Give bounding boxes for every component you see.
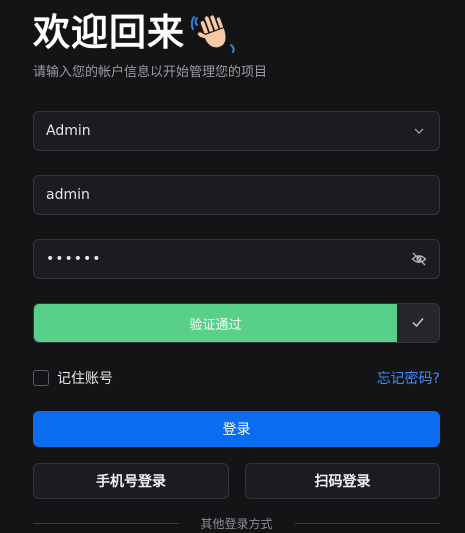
role-select-value: Admin [46, 123, 91, 139]
phone-login-button[interactable]: 手机号登录 [33, 463, 229, 499]
remember-checkbox[interactable] [33, 370, 49, 386]
other-methods-divider: 其他登录方式 [33, 514, 441, 532]
password-input[interactable]: •••••• [33, 239, 440, 279]
forgot-password-link[interactable]: 忘记密码? [377, 368, 440, 388]
remember-label: 记住账号 [57, 371, 113, 387]
username-input[interactable]: admin [33, 175, 440, 215]
captcha-bar: 验证通过 [34, 304, 397, 342]
divider-line-left [33, 522, 179, 524]
login-panel: 欢迎回来 请输入您的帐户信息以开始管理您的项目 Admin admin ••••… [0, 0, 465, 533]
title-row: 欢迎回来 [33, 10, 241, 56]
check-icon [411, 314, 425, 333]
qr-login-button[interactable]: 扫码登录 [245, 463, 440, 499]
slider-captcha[interactable]: 验证通过 [33, 303, 440, 343]
chevron-down-icon [411, 123, 427, 139]
other-methods-label: 其他登录方式 [200, 516, 273, 531]
captcha-label: 验证通过 [189, 317, 242, 333]
divider-line-right [294, 522, 441, 524]
login-button[interactable]: 登录 [33, 411, 440, 447]
page-subtitle: 请输入您的帐户信息以开始管理您的项目 [33, 65, 268, 80]
username-value: admin [46, 187, 90, 203]
password-value: •••••• [46, 251, 102, 267]
role-select[interactable]: Admin [33, 111, 440, 151]
eye-off-icon[interactable] [411, 251, 427, 267]
waving-hand-icon [190, 11, 241, 55]
captcha-handle[interactable] [397, 304, 439, 342]
page-title: 欢迎回来 [33, 11, 185, 54]
remember-account[interactable]: 记住账号 [33, 368, 113, 388]
